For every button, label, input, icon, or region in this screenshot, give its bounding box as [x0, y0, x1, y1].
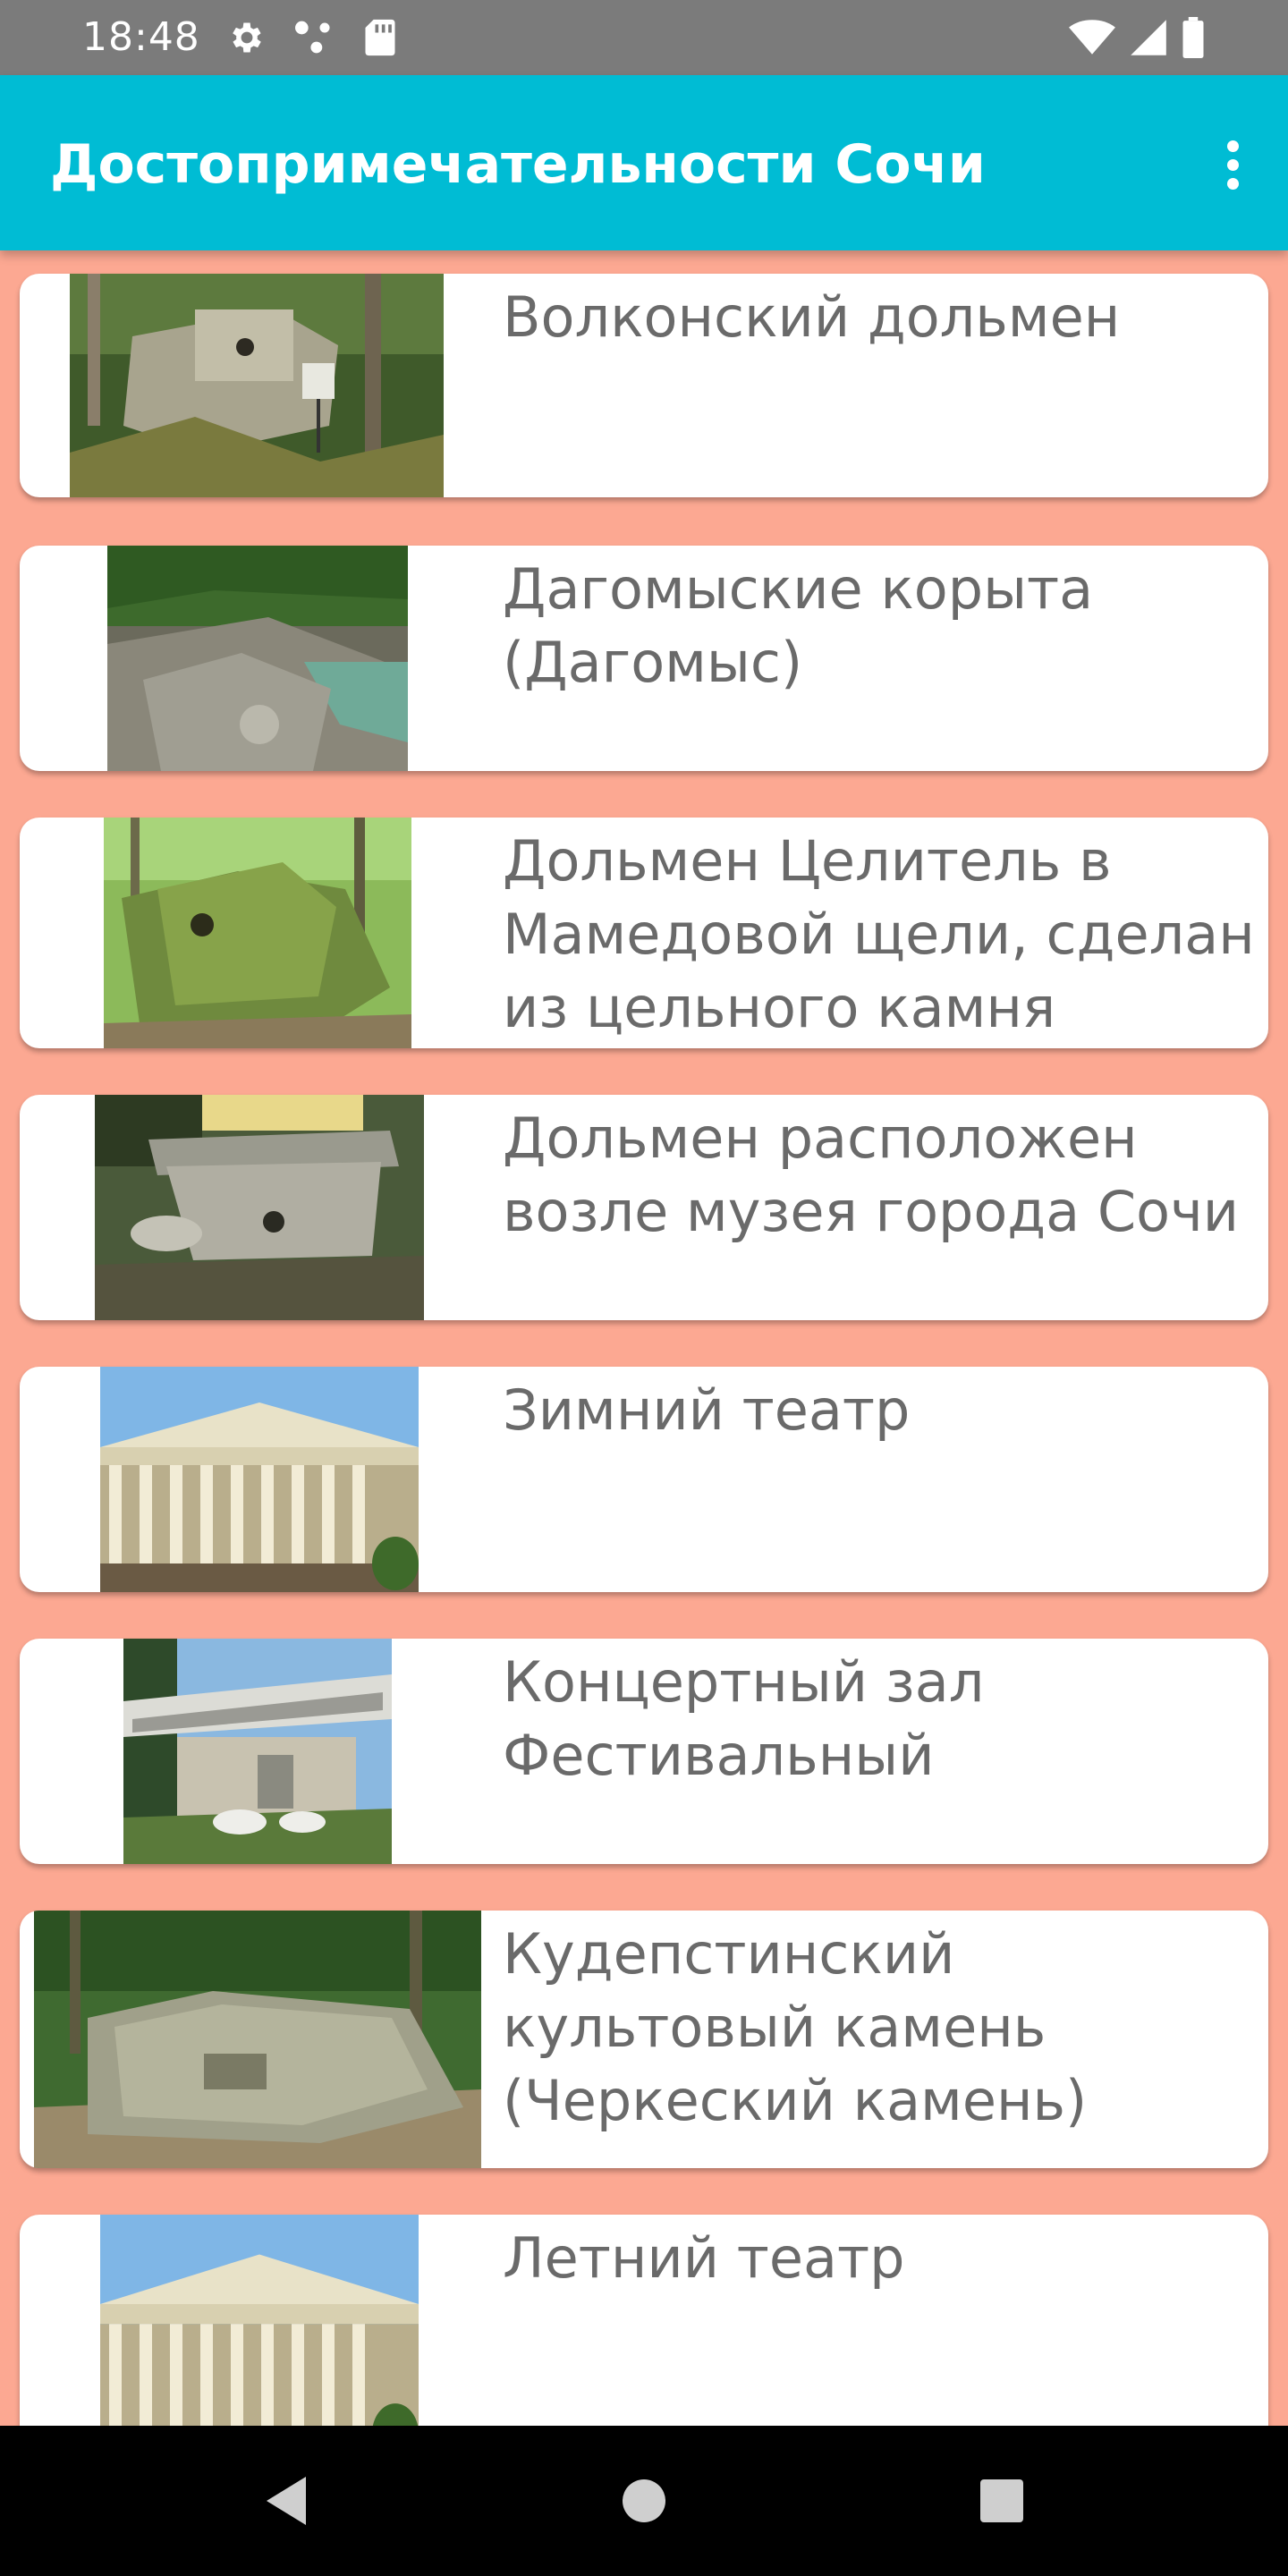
river-rocks-photo: [107, 546, 408, 771]
mossy-dolmen-photo: [104, 818, 411, 1048]
home-button[interactable]: [572, 2426, 716, 2576]
wifi-icon: [1068, 18, 1116, 57]
item-title: Кудепстинский культовый камень (Черкески…: [503, 1921, 1088, 2133]
home-circle-icon: [623, 2479, 665, 2522]
list-item[interactable]: Зимний театр: [20, 1367, 1268, 1592]
list-item[interactable]: Дагомыские корыта (Дагомыс): [20, 546, 1268, 771]
app-bar: Достопримечательности Сочи: [0, 75, 1288, 250]
more-options-button[interactable]: [1204, 127, 1261, 202]
status-bar: 18:48: [0, 0, 1288, 75]
recents-square-icon: [980, 2479, 1023, 2522]
item-title: Дольмен Целитель в Мамедовой щели, сдела…: [503, 828, 1255, 1040]
more-vert-icon-dot: [1226, 177, 1239, 190]
recents-button[interactable]: [930, 2426, 1073, 2576]
item-title: Волконский дольмен: [503, 284, 1121, 350]
concert-hall-photo: [123, 1639, 392, 1864]
dolmen-forest-photo: [70, 274, 444, 497]
attractions-list[interactable]: Волконский дольмен Дагомыские корыта (Да…: [0, 250, 1288, 2426]
list-item[interactable]: Волконский дольмен: [20, 274, 1268, 497]
list-item[interactable]: Летний театр: [20, 2215, 1268, 2426]
more-vert-icon: [1226, 140, 1239, 152]
list-item[interactable]: Дольмен расположен возле музея города Со…: [20, 1095, 1268, 1320]
status-icons-left: [227, 16, 397, 59]
navigation-bar: [0, 2426, 1288, 2576]
item-title: Дагомыские корыта (Дагомыс): [503, 556, 1094, 695]
nodes-icon: [293, 18, 336, 57]
item-title: Дольмен расположен возле музея города Со…: [503, 1106, 1240, 1244]
list-item[interactable]: Дольмен Целитель в Мамедовой щели, сдела…: [20, 818, 1268, 1048]
item-title: Концертный зал Фестивальный: [503, 1649, 985, 1788]
sd-card-icon: [363, 18, 397, 57]
gear-icon: [227, 18, 267, 57]
list-item[interactable]: Концертный зал Фестивальный: [20, 1639, 1268, 1864]
status-time: 18:48: [82, 14, 200, 60]
theatre-columns-photo: [100, 2215, 419, 2426]
item-title: Зимний театр: [503, 1377, 911, 1443]
battery-icon: [1181, 17, 1206, 58]
back-button[interactable]: [215, 2426, 358, 2576]
back-triangle-icon: [267, 2477, 306, 2525]
museum-dolmen-photo: [95, 1095, 424, 1320]
more-vert-icon-dot: [1226, 158, 1239, 171]
signal-icon: [1129, 18, 1168, 57]
theatre-columns-photo: [100, 1367, 419, 1592]
app-title: Достопримечательности Сочи: [50, 133, 986, 196]
status-icons-right: [1068, 16, 1206, 59]
item-title: Летний театр: [503, 2225, 905, 2291]
list-item[interactable]: Кудепстинский культовый камень (Черкески…: [20, 1911, 1268, 2168]
cult-stone-photo: [34, 1911, 481, 2168]
